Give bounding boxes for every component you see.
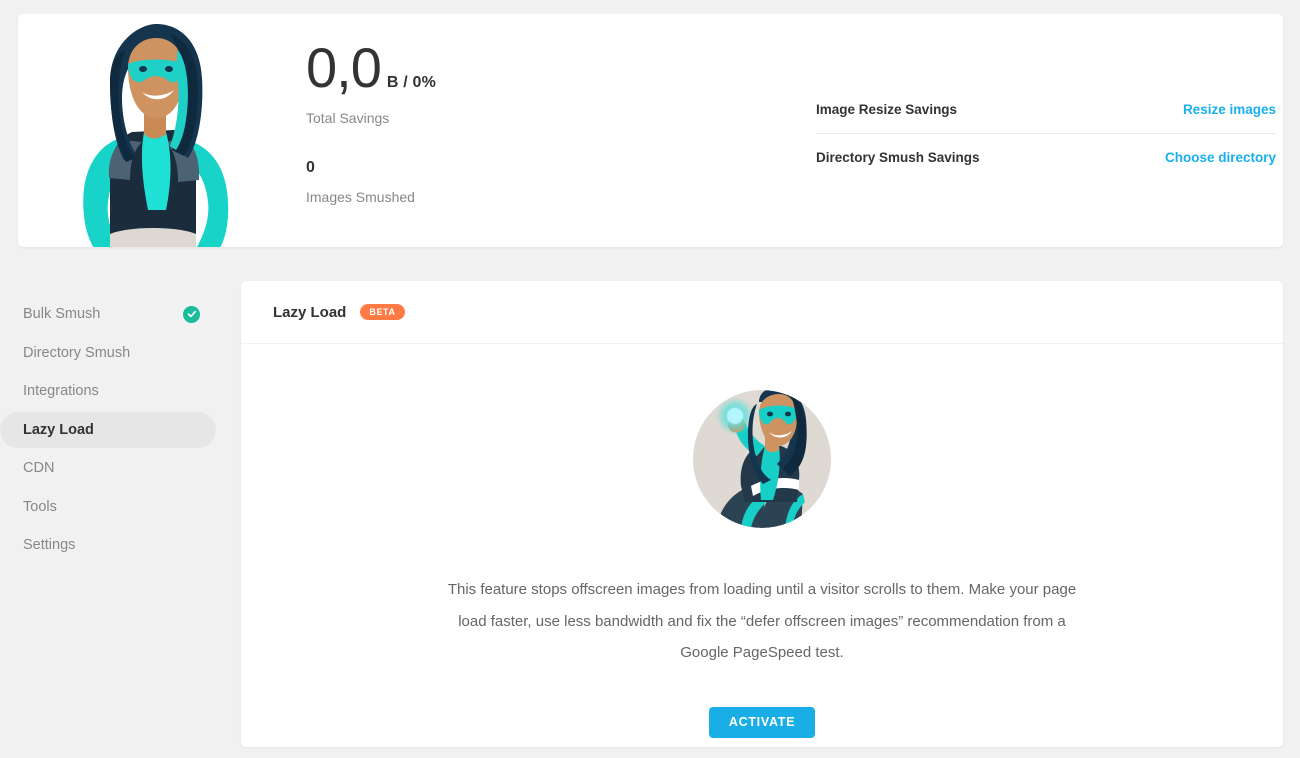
images-smushed-value: 0 [306, 159, 315, 176]
savings-row-directory-smush: Directory Smush Savings Choose directory [816, 133, 1276, 180]
card-header: Lazy Load BETA [241, 281, 1283, 344]
total-savings-unit: B / 0% [386, 74, 437, 91]
page-title: Lazy Load [273, 303, 347, 321]
images-smushed-block: 0 Images Smushed [306, 159, 606, 205]
total-savings-value-row: 0,0 B / 0% [306, 40, 606, 96]
sidebar-item-lazy-load[interactable]: Lazy Load [0, 411, 216, 448]
total-savings-value: 0,0 [306, 36, 382, 99]
feature-description: This feature stops offscreen images from… [447, 581, 1077, 661]
sidebar-item-tools[interactable]: Tools [0, 489, 216, 525]
sidebar-item-settings[interactable]: Settings [0, 527, 216, 563]
sidebar-item-cdn[interactable]: CDN [0, 450, 216, 486]
choose-directory-link[interactable]: Choose directory [1165, 150, 1276, 165]
savings-name: Directory Smush Savings [816, 149, 980, 165]
sidebar-item-label: CDN [23, 460, 55, 476]
savings-row-image-resize: Image Resize Savings Resize images [816, 86, 1276, 133]
sidebar-item-bulk-smush[interactable]: Bulk Smush [0, 296, 216, 332]
check-icon [183, 305, 200, 323]
superhero-energy-orb-illustration [693, 390, 831, 528]
sidebar-item-integrations[interactable]: Integrations [0, 373, 216, 409]
sidebar-item-directory-smush[interactable]: Directory Smush [0, 335, 216, 371]
sidebar-nav: Bulk Smush Directory Smush Integrations … [0, 296, 216, 566]
sidebar-item-label: Settings [23, 537, 76, 553]
summary-card: 0,0 B / 0% Total Savings 0 Images Smushe… [18, 14, 1283, 247]
savings-name: Image Resize Savings [816, 102, 958, 117]
sidebar-item-label: Bulk Smush [23, 306, 101, 322]
total-savings-block: 0,0 B / 0% Total Savings 0 Images Smushe… [306, 40, 606, 206]
total-savings-label: Total Savings [306, 110, 390, 126]
savings-list: Image Resize Savings Resize images Direc… [816, 86, 1276, 180]
resize-images-link[interactable]: Resize images [1183, 102, 1276, 117]
sidebar-item-label: Lazy Load [23, 421, 94, 438]
lazy-load-card: Lazy Load BETA This feature stops offscr… [241, 281, 1283, 747]
status-badge: BETA [360, 303, 405, 321]
sidebar-item-label: Directory Smush [23, 344, 131, 361]
sidebar-item-label: Integrations [23, 383, 99, 399]
page-root: 0,0 B / 0% Total Savings 0 Images Smushe… [0, 0, 1300, 758]
images-smushed-label: Images Smushed [306, 189, 415, 205]
activate-button[interactable]: ACTIVATE [708, 706, 816, 738]
superhero-mascot-illustration [48, 20, 248, 247]
sidebar-item-label: Tools [23, 498, 57, 515]
card-body: This feature stops offscreen images from… [241, 344, 1283, 738]
